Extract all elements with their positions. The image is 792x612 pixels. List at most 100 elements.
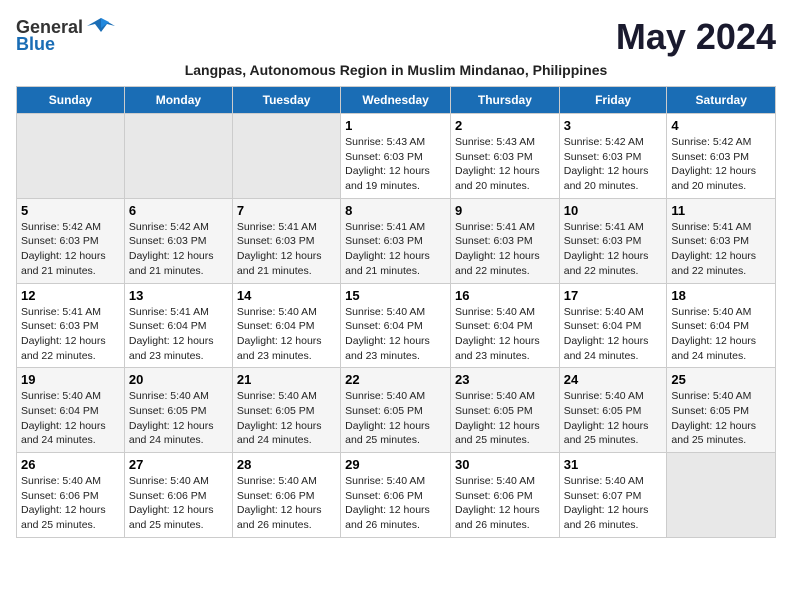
day-number: 13: [129, 288, 228, 303]
table-row: 31 Sunrise: 5:40 AMSunset: 6:07 PMDaylig…: [559, 453, 667, 538]
day-info: Sunrise: 5:42 AMSunset: 6:03 PMDaylight:…: [671, 135, 771, 194]
day-info: Sunrise: 5:43 AMSunset: 6:03 PMDaylight:…: [455, 135, 555, 194]
table-row: 2 Sunrise: 5:43 AMSunset: 6:03 PMDayligh…: [450, 114, 559, 199]
table-row: 10 Sunrise: 5:41 AMSunset: 6:03 PMDaylig…: [559, 198, 667, 283]
day-info: Sunrise: 5:40 AMSunset: 6:05 PMDaylight:…: [455, 389, 555, 448]
day-info: Sunrise: 5:40 AMSunset: 6:06 PMDaylight:…: [21, 474, 120, 533]
calendar-week-row: 19 Sunrise: 5:40 AMSunset: 6:04 PMDaylig…: [17, 368, 776, 453]
table-row: 30 Sunrise: 5:40 AMSunset: 6:06 PMDaylig…: [450, 453, 559, 538]
table-row: 28 Sunrise: 5:40 AMSunset: 6:06 PMDaylig…: [232, 453, 340, 538]
day-number: 16: [455, 288, 555, 303]
day-info: Sunrise: 5:40 AMSunset: 6:04 PMDaylight:…: [237, 305, 336, 364]
day-number: 30: [455, 457, 555, 472]
day-info: Sunrise: 5:40 AMSunset: 6:06 PMDaylight:…: [129, 474, 228, 533]
header-thursday: Thursday: [450, 87, 559, 114]
day-info: Sunrise: 5:41 AMSunset: 6:04 PMDaylight:…: [129, 305, 228, 364]
day-info: Sunrise: 5:42 AMSunset: 6:03 PMDaylight:…: [129, 220, 228, 279]
table-row: 3 Sunrise: 5:42 AMSunset: 6:03 PMDayligh…: [559, 114, 667, 199]
day-number: 20: [129, 372, 228, 387]
table-row: [124, 114, 232, 199]
table-row: 16 Sunrise: 5:40 AMSunset: 6:04 PMDaylig…: [450, 283, 559, 368]
day-info: Sunrise: 5:40 AMSunset: 6:07 PMDaylight:…: [564, 474, 663, 533]
day-number: 27: [129, 457, 228, 472]
day-number: 10: [564, 203, 663, 218]
calendar-week-row: 1 Sunrise: 5:43 AMSunset: 6:03 PMDayligh…: [17, 114, 776, 199]
day-info: Sunrise: 5:40 AMSunset: 6:04 PMDaylight:…: [455, 305, 555, 364]
table-row: 27 Sunrise: 5:40 AMSunset: 6:06 PMDaylig…: [124, 453, 232, 538]
day-info: Sunrise: 5:40 AMSunset: 6:05 PMDaylight:…: [564, 389, 663, 448]
table-row: 25 Sunrise: 5:40 AMSunset: 6:05 PMDaylig…: [667, 368, 776, 453]
calendar-week-row: 26 Sunrise: 5:40 AMSunset: 6:06 PMDaylig…: [17, 453, 776, 538]
day-info: Sunrise: 5:42 AMSunset: 6:03 PMDaylight:…: [21, 220, 120, 279]
logo-blue-text: Blue: [16, 34, 55, 55]
table-row: 1 Sunrise: 5:43 AMSunset: 6:03 PMDayligh…: [341, 114, 451, 199]
day-number: 1: [345, 118, 446, 133]
table-row: 29 Sunrise: 5:40 AMSunset: 6:06 PMDaylig…: [341, 453, 451, 538]
table-row: 24 Sunrise: 5:40 AMSunset: 6:05 PMDaylig…: [559, 368, 667, 453]
header: General Blue May 2024: [16, 16, 776, 58]
day-info: Sunrise: 5:40 AMSunset: 6:04 PMDaylight:…: [345, 305, 446, 364]
day-number: 11: [671, 203, 771, 218]
day-info: Sunrise: 5:40 AMSunset: 6:04 PMDaylight:…: [21, 389, 120, 448]
header-tuesday: Tuesday: [232, 87, 340, 114]
table-row: 7 Sunrise: 5:41 AMSunset: 6:03 PMDayligh…: [232, 198, 340, 283]
day-info: Sunrise: 5:40 AMSunset: 6:05 PMDaylight:…: [671, 389, 771, 448]
logo-bird-icon: [87, 16, 115, 38]
day-number: 17: [564, 288, 663, 303]
table-row: 15 Sunrise: 5:40 AMSunset: 6:04 PMDaylig…: [341, 283, 451, 368]
day-info: Sunrise: 5:40 AMSunset: 6:06 PMDaylight:…: [345, 474, 446, 533]
header-sunday: Sunday: [17, 87, 125, 114]
day-number: 5: [21, 203, 120, 218]
day-info: Sunrise: 5:41 AMSunset: 6:03 PMDaylight:…: [671, 220, 771, 279]
day-number: 19: [21, 372, 120, 387]
logo: General Blue: [16, 16, 115, 55]
day-number: 14: [237, 288, 336, 303]
day-number: 21: [237, 372, 336, 387]
table-row: 4 Sunrise: 5:42 AMSunset: 6:03 PMDayligh…: [667, 114, 776, 199]
header-monday: Monday: [124, 87, 232, 114]
calendar-table: Sunday Monday Tuesday Wednesday Thursday…: [16, 86, 776, 538]
day-info: Sunrise: 5:41 AMSunset: 6:03 PMDaylight:…: [21, 305, 120, 364]
header-wednesday: Wednesday: [341, 87, 451, 114]
calendar-week-row: 5 Sunrise: 5:42 AMSunset: 6:03 PMDayligh…: [17, 198, 776, 283]
table-row: 20 Sunrise: 5:40 AMSunset: 6:05 PMDaylig…: [124, 368, 232, 453]
day-number: 9: [455, 203, 555, 218]
day-info: Sunrise: 5:40 AMSunset: 6:05 PMDaylight:…: [129, 389, 228, 448]
table-row: 9 Sunrise: 5:41 AMSunset: 6:03 PMDayligh…: [450, 198, 559, 283]
header-friday: Friday: [559, 87, 667, 114]
day-number: 12: [21, 288, 120, 303]
table-row: 11 Sunrise: 5:41 AMSunset: 6:03 PMDaylig…: [667, 198, 776, 283]
day-info: Sunrise: 5:40 AMSunset: 6:06 PMDaylight:…: [237, 474, 336, 533]
header-saturday: Saturday: [667, 87, 776, 114]
day-number: 25: [671, 372, 771, 387]
table-row: 21 Sunrise: 5:40 AMSunset: 6:05 PMDaylig…: [232, 368, 340, 453]
day-info: Sunrise: 5:40 AMSunset: 6:05 PMDaylight:…: [237, 389, 336, 448]
subtitle: Langpas, Autonomous Region in Muslim Min…: [16, 62, 776, 78]
day-info: Sunrise: 5:40 AMSunset: 6:04 PMDaylight:…: [564, 305, 663, 364]
month-title: May 2024: [616, 16, 776, 58]
table-row: 17 Sunrise: 5:40 AMSunset: 6:04 PMDaylig…: [559, 283, 667, 368]
day-number: 26: [21, 457, 120, 472]
day-number: 23: [455, 372, 555, 387]
day-info: Sunrise: 5:41 AMSunset: 6:03 PMDaylight:…: [455, 220, 555, 279]
day-number: 2: [455, 118, 555, 133]
table-row: [667, 453, 776, 538]
table-row: 23 Sunrise: 5:40 AMSunset: 6:05 PMDaylig…: [450, 368, 559, 453]
day-number: 31: [564, 457, 663, 472]
days-header-row: Sunday Monday Tuesday Wednesday Thursday…: [17, 87, 776, 114]
calendar-week-row: 12 Sunrise: 5:41 AMSunset: 6:03 PMDaylig…: [17, 283, 776, 368]
table-row: [17, 114, 125, 199]
day-info: Sunrise: 5:43 AMSunset: 6:03 PMDaylight:…: [345, 135, 446, 194]
table-row: 13 Sunrise: 5:41 AMSunset: 6:04 PMDaylig…: [124, 283, 232, 368]
day-number: 24: [564, 372, 663, 387]
day-info: Sunrise: 5:42 AMSunset: 6:03 PMDaylight:…: [564, 135, 663, 194]
day-number: 15: [345, 288, 446, 303]
table-row: 22 Sunrise: 5:40 AMSunset: 6:05 PMDaylig…: [341, 368, 451, 453]
table-row: 8 Sunrise: 5:41 AMSunset: 6:03 PMDayligh…: [341, 198, 451, 283]
table-row: 19 Sunrise: 5:40 AMSunset: 6:04 PMDaylig…: [17, 368, 125, 453]
day-info: Sunrise: 5:41 AMSunset: 6:03 PMDaylight:…: [564, 220, 663, 279]
table-row: 18 Sunrise: 5:40 AMSunset: 6:04 PMDaylig…: [667, 283, 776, 368]
day-info: Sunrise: 5:41 AMSunset: 6:03 PMDaylight:…: [237, 220, 336, 279]
table-row: 14 Sunrise: 5:40 AMSunset: 6:04 PMDaylig…: [232, 283, 340, 368]
day-number: 6: [129, 203, 228, 218]
